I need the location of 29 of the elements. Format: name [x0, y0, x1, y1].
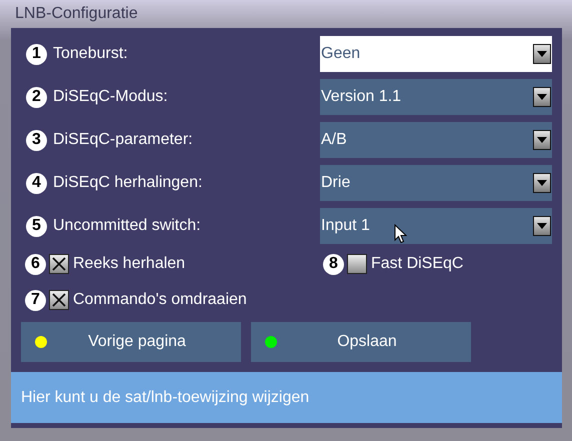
mouse-pointer-icon — [394, 224, 407, 244]
checkbox-label: Commando's omdraaien — [73, 291, 247, 309]
checkbox-label: Fast DiSEqC — [371, 255, 464, 273]
number-badge: 4 — [26, 172, 47, 194]
setting-label: DiSEqC-parameter: — [53, 131, 194, 149]
number-badge: 5 — [26, 216, 47, 236]
setting-label: DiSEqC-Modus: — [53, 88, 169, 106]
action-button[interactable]: Vorige pagina — [21, 322, 241, 362]
dropdown-field[interactable]: Drie — [320, 165, 552, 201]
dropdown-field[interactable]: Input 1 — [320, 208, 552, 244]
dropdown-field[interactable]: Version 1.1 — [320, 79, 552, 115]
checkbox[interactable] — [49, 290, 69, 310]
window-title: LNB-Configuratie — [15, 5, 138, 23]
setting-label: Toneburst: — [53, 45, 129, 63]
number-badge: 8 — [323, 254, 344, 274]
number-badge: 2 — [26, 86, 47, 108]
dropdown-field[interactable]: Geen — [320, 36, 552, 72]
action-button[interactable]: Opslaan — [251, 322, 471, 362]
checkbox-label: Reeks herhalen — [73, 255, 186, 273]
setting-label: Uncommitted switch: — [53, 217, 202, 235]
number-badge: 7 — [25, 290, 46, 310]
number-badge: 1 — [26, 44, 47, 64]
setting-label: DiSEqC herhalingen: — [53, 174, 204, 192]
dropdown-field[interactable]: A/B — [320, 122, 552, 158]
status-text: Hier kunt u de sat/lnb-toewijzing wijzigen — [21, 388, 310, 406]
checkbox[interactable] — [49, 254, 69, 274]
checkbox[interactable] — [347, 254, 367, 274]
number-badge: 3 — [26, 130, 47, 150]
number-badge: 6 — [25, 254, 46, 274]
